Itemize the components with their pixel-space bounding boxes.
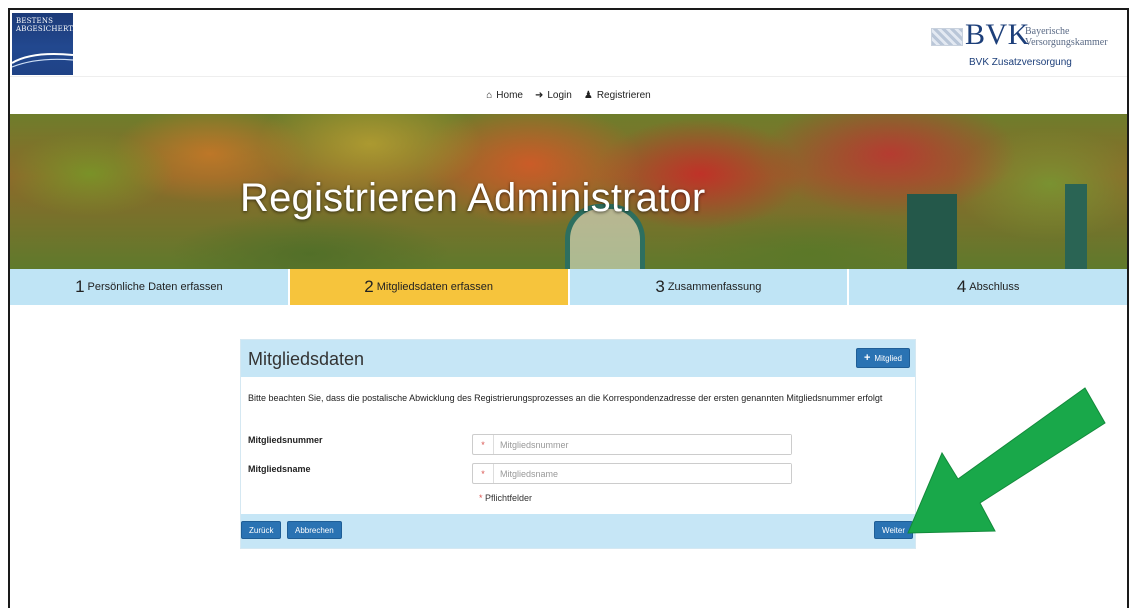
member-data-card: Mitgliedsdaten + Mitglied Bitte beachten… bbox=[240, 339, 916, 549]
member-number-label: Mitgliedsnummer bbox=[248, 435, 323, 445]
add-member-button[interactable]: + Mitglied bbox=[855, 348, 910, 368]
card-title: Mitgliedsdaten bbox=[248, 349, 365, 369]
member-number-input[interactable] bbox=[494, 435, 791, 454]
nav-login[interactable]: ➜ Login bbox=[535, 90, 572, 101]
wave-icon bbox=[12, 53, 73, 68]
step-4[interactable]: 4 Abschluss bbox=[849, 269, 1127, 305]
required-icon: * bbox=[473, 464, 494, 483]
member-name-field[interactable]: * bbox=[472, 463, 792, 484]
back-button[interactable]: Zurück bbox=[241, 521, 282, 539]
step-1[interactable]: 1 Persönliche Daten erfassen bbox=[10, 269, 290, 305]
bvk-tagline: BVK Zusatzversorgung bbox=[969, 57, 1072, 68]
bvk-subtitle: Bayerische Versorgungskammer bbox=[1025, 26, 1108, 48]
top-nav: ⌂ Home ➜ Login ♟ Registrieren bbox=[10, 78, 1127, 114]
plus-icon: + bbox=[863, 352, 871, 364]
bestens-abgesichert-logo[interactable]: BESTENS ABGESICHERT. bbox=[12, 13, 73, 75]
postal-note: Bitte beachten Sie, dass die postalische… bbox=[248, 393, 883, 403]
wizard-steps: 1 Persönliche Daten erfassen 2 Mitgliedsda… bbox=[10, 269, 1127, 305]
login-icon: ➜ bbox=[534, 90, 544, 101]
nav-home[interactable]: ⌂ Home bbox=[486, 90, 523, 101]
member-number-field[interactable]: * bbox=[472, 434, 792, 455]
bvk-brand: BVK bbox=[965, 18, 1030, 51]
required-fields-note: * Pflichtfelder bbox=[479, 493, 533, 503]
step-2[interactable]: 2 Mitgliedsdaten erfassen bbox=[289, 269, 570, 305]
member-name-label: Mitgliedsname bbox=[248, 464, 311, 474]
logo-text: BESTENS ABGESICHERT. bbox=[16, 17, 73, 33]
card-header: Mitgliedsdaten + Mitglied bbox=[241, 340, 915, 377]
card-footer: Zurück Abbrechen Weiter bbox=[241, 514, 915, 548]
bvk-logo[interactable]: BVK Bayerische Versorgungskammer BVK Zus… bbox=[917, 18, 1117, 72]
cancel-button[interactable]: Abbrechen bbox=[287, 521, 342, 539]
home-icon: ⌂ bbox=[486, 90, 493, 101]
hero-banner: Registrieren Administrator bbox=[10, 114, 1127, 269]
member-name-input[interactable] bbox=[494, 464, 791, 483]
garden-pillar bbox=[1065, 184, 1087, 269]
nav-registrieren[interactable]: ♟ Registrieren bbox=[584, 90, 651, 101]
page-title: Registrieren Administrator bbox=[240, 176, 706, 220]
site-header: BESTENS ABGESICHERT. BVK Bayerische Vers… bbox=[10, 10, 1127, 77]
garden-pillar bbox=[907, 194, 957, 269]
user-plus-icon: ♟ bbox=[583, 90, 593, 101]
crest-icon bbox=[931, 28, 963, 46]
required-icon: * bbox=[473, 435, 494, 454]
green-arrow-icon bbox=[907, 387, 1106, 534]
step-3[interactable]: 3 Zusammenfassung bbox=[569, 269, 850, 305]
